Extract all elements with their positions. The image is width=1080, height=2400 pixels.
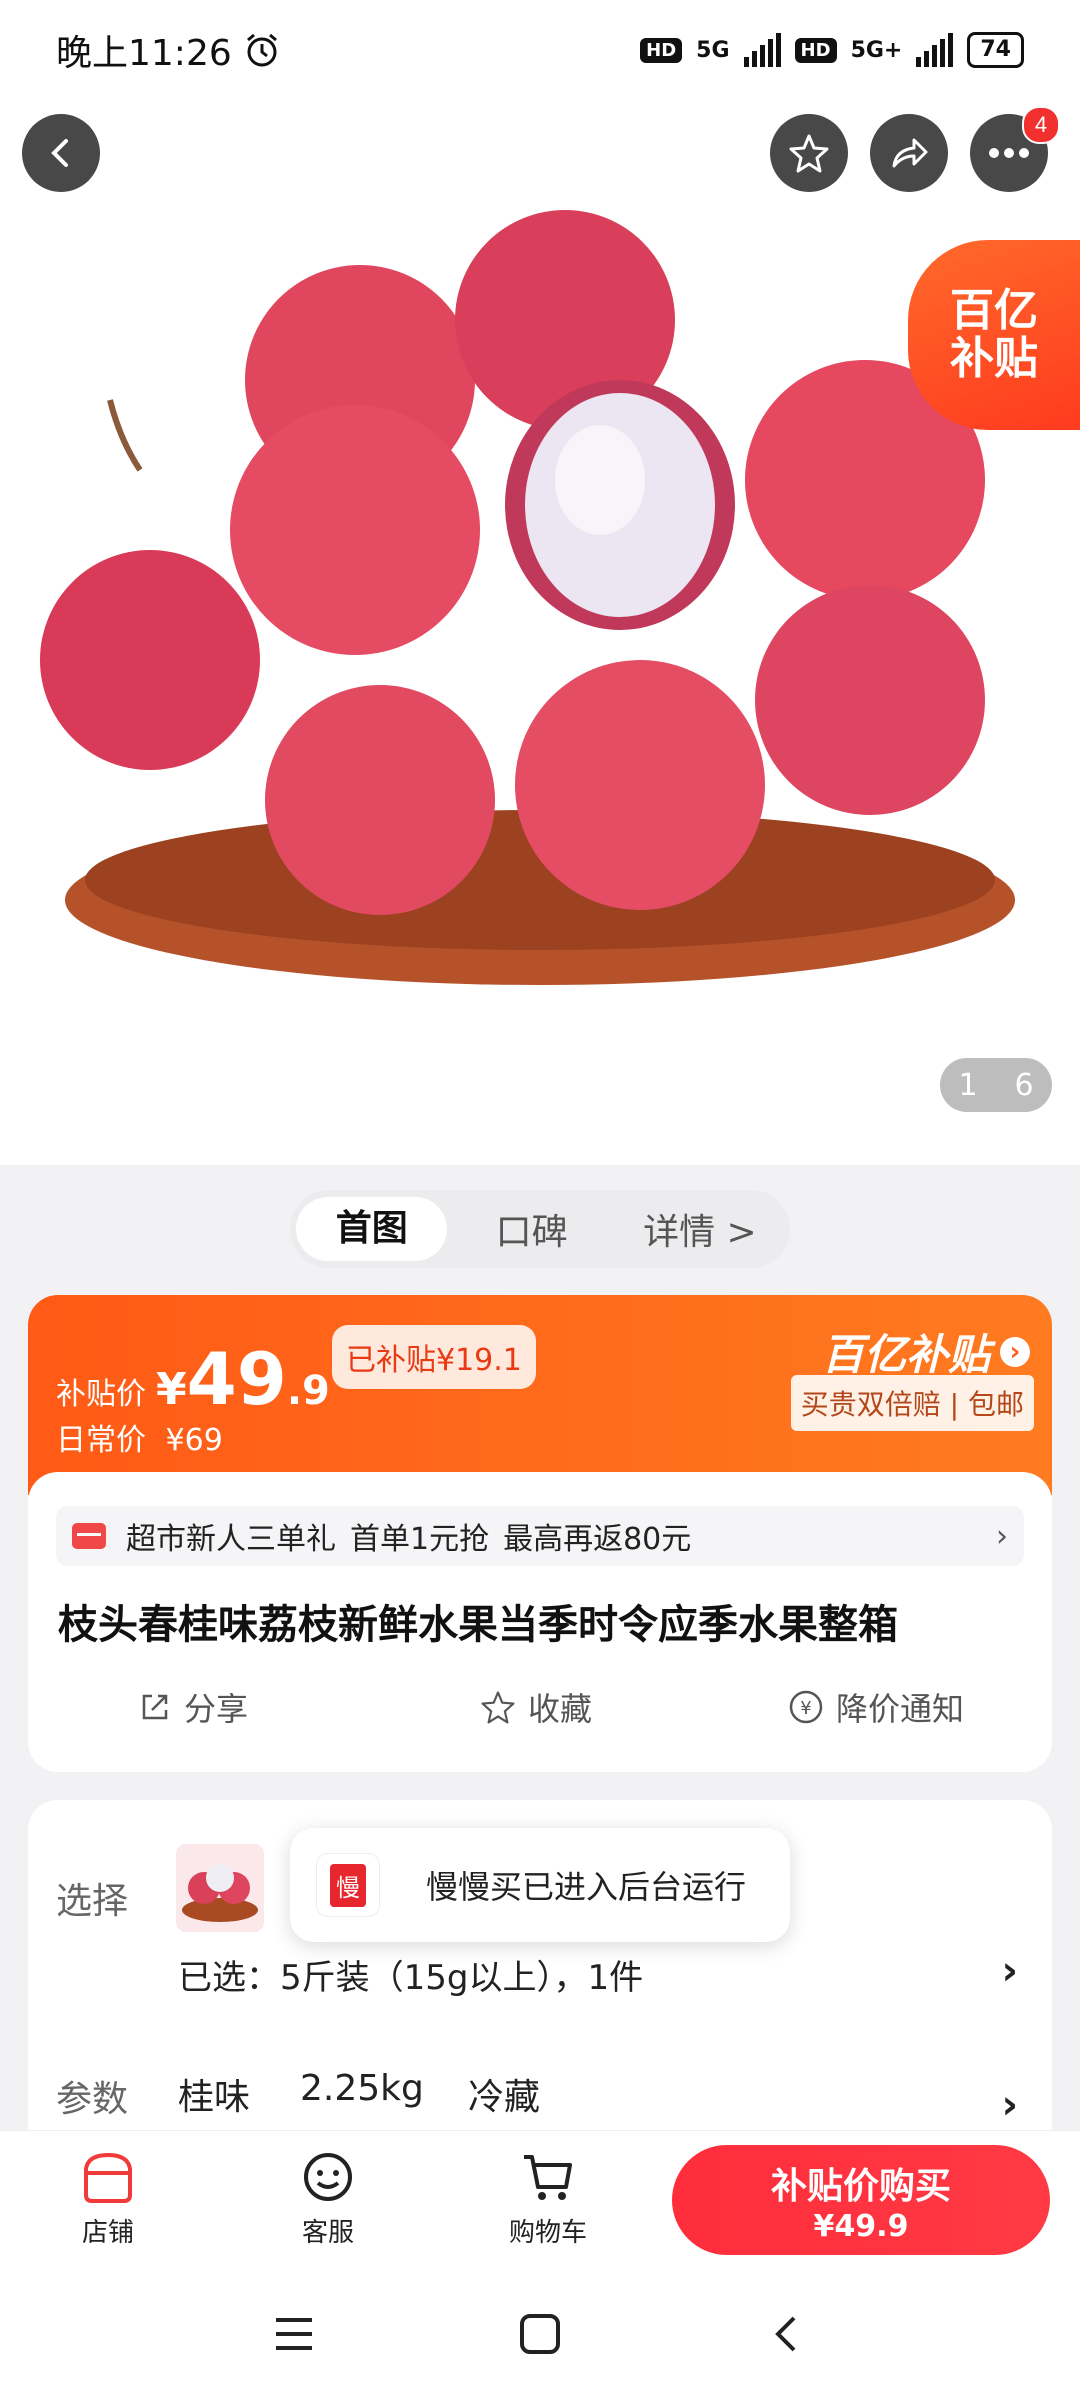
tab-main-image[interactable]: 首图: [296, 1197, 448, 1261]
back-icon: [51, 139, 68, 167]
buy-button[interactable]: 补贴价购买 ¥49.9: [672, 2145, 1050, 2255]
app-icon: 慢: [316, 1853, 380, 1917]
variant-thumbnail[interactable]: [176, 1844, 264, 1932]
params-label: 参数: [56, 2079, 129, 2120]
image-pager: 1 6: [940, 1058, 1052, 1112]
nav-back-icon[interactable]: [766, 2314, 810, 2354]
service-label: 客服: [301, 2218, 354, 2248]
favorite-label: 收藏: [528, 1690, 593, 1728]
signal-icon: [743, 33, 781, 67]
favorite-button[interactable]: [770, 114, 848, 192]
subsidy-tag-line2: 补贴: [950, 333, 1038, 384]
service-icon: [304, 2153, 352, 2201]
params-chevron[interactable]: ›: [1002, 2082, 1018, 2128]
coupon-icon: [72, 1523, 106, 1549]
favorite-action[interactable]: 收藏: [480, 1684, 592, 1730]
tab-details[interactable]: 详情 >: [616, 1203, 784, 1255]
param-flavor: 桂味: [178, 2077, 251, 2118]
pager-total: 6: [1014, 1067, 1034, 1103]
status-time: 晚上11:26: [56, 33, 232, 74]
network-label-2: 5G+: [850, 37, 903, 63]
more-button[interactable]: 4: [970, 106, 1060, 192]
buy-label: 补贴价购买: [770, 2165, 951, 2207]
share-icon: [892, 138, 928, 168]
store-button[interactable]: 店铺: [48, 2149, 168, 2249]
daily-price-label: 日常价: [56, 1423, 146, 1458]
network-label: 5G: [696, 37, 730, 63]
store-icon: [84, 2152, 132, 2203]
share-label: 分享: [184, 1690, 249, 1728]
price-alert-label: 降价通知: [836, 1690, 965, 1728]
toast-message: 慢慢买已进入后台运行: [426, 1868, 747, 1906]
subsidy-tag-line1: 百亿: [950, 284, 1038, 336]
promo-text-c: 最高再返80元: [503, 1522, 692, 1557]
more-icon: [989, 148, 1029, 158]
selection-chevron[interactable]: ›: [1002, 1948, 1018, 1994]
back-button[interactable]: [22, 114, 100, 192]
subsidy-tag: 百亿 补贴: [908, 240, 1080, 430]
subsidized-amount-badge: 已补贴¥19.1: [332, 1325, 536, 1389]
system-navigation: [0, 2268, 1080, 2400]
gallery-tabs: 首图 口碑 详情 >: [290, 1190, 790, 1268]
signal-icon-2: [916, 33, 954, 67]
star-icon: [789, 134, 829, 173]
promo-text-a: 超市新人三单礼: [126, 1522, 336, 1557]
lychee-thumbnail-image: [182, 1864, 258, 1922]
hd-badge-2: HD: [794, 37, 837, 63]
product-info-card: 超市新人三单礼 首单1元抢 最高再返80元 › 枝头春桂味荔枝新鲜水果当季时令应…: [28, 1472, 1052, 1772]
cart-button[interactable]: 购物车: [488, 2149, 608, 2249]
price-decimal: .9: [286, 1368, 330, 1414]
price-alert-icon: ¥: [789, 1690, 823, 1724]
service-button[interactable]: 客服: [268, 2149, 388, 2249]
price-integer: 49: [186, 1337, 287, 1421]
product-image: [40, 210, 1015, 985]
select-label: 选择: [56, 1881, 129, 1922]
guarantee-badge: 买贵双倍赔 | 包邮: [790, 1375, 1034, 1431]
promo-chevron: ›: [996, 1518, 1008, 1554]
app-icon-glyph: 慢: [330, 1863, 366, 1907]
menu-icon[interactable]: [272, 2314, 316, 2354]
star-outline-icon: [481, 1691, 515, 1724]
hd-badge: HD: [640, 37, 683, 63]
daily-price: ¥69: [165, 1423, 223, 1458]
product-image-gallery[interactable]: 4 百亿 补贴 1 6: [0, 100, 1080, 1165]
price-alert-action[interactable]: ¥ 降价通知: [788, 1684, 964, 1730]
store-label: 店铺: [81, 2218, 134, 2248]
selected-variant: 已选：5斤装（15g以上），1件: [178, 1958, 644, 1998]
promo-text-b: 首单1元抢: [350, 1522, 490, 1557]
chevron-right-icon: ›: [1000, 1336, 1030, 1367]
promo-strip[interactable]: 超市新人三单礼 首单1元抢 最高再返80元 ›: [56, 1506, 1024, 1566]
alarm-icon: [246, 33, 277, 67]
share-button[interactable]: [870, 114, 948, 192]
home-icon[interactable]: [518, 2314, 562, 2354]
brand-text: 百亿补贴: [821, 1330, 990, 1379]
price-bar: 补贴价 ¥ 49 .9 已补贴¥19.1 日常价 ¥69 百亿补贴 › 买贵双倍…: [28, 1295, 1052, 1495]
cart-icon: [524, 2155, 572, 2200]
share-outline-icon: [142, 1694, 168, 1720]
subsidy-price-label: 补贴价: [56, 1377, 146, 1412]
price-currency: ¥: [156, 1364, 187, 1415]
param-weight: 2.25kg: [300, 2068, 424, 2109]
tab-reviews[interactable]: 口碑: [447, 1203, 615, 1255]
share-action[interactable]: 分享: [138, 1684, 248, 1730]
param-storage: 冷藏: [468, 2077, 541, 2118]
svg-text:¥: ¥: [800, 1698, 811, 1719]
cart-label: 购物车: [508, 2218, 587, 2248]
brand-label[interactable]: 百亿补贴 ›: [822, 1321, 1030, 1382]
status-bar: 晚上11:26 HD 5G HD 5G+ 74: [0, 0, 1080, 100]
battery-indicator: 74: [967, 32, 1024, 68]
more-badge: 4: [1022, 106, 1060, 144]
bottom-action-bar: 店铺 客服 购物车 补贴价购买 ¥49.9: [0, 2130, 1080, 2269]
background-toast: 慢 慢慢买已进入后台运行: [290, 1828, 790, 1942]
pager-current: 1: [958, 1067, 978, 1103]
product-title: 枝头春桂味荔枝新鲜水果当季时令应季水果整箱: [58, 1602, 898, 1648]
buy-price: ¥49.9: [813, 2208, 909, 2244]
